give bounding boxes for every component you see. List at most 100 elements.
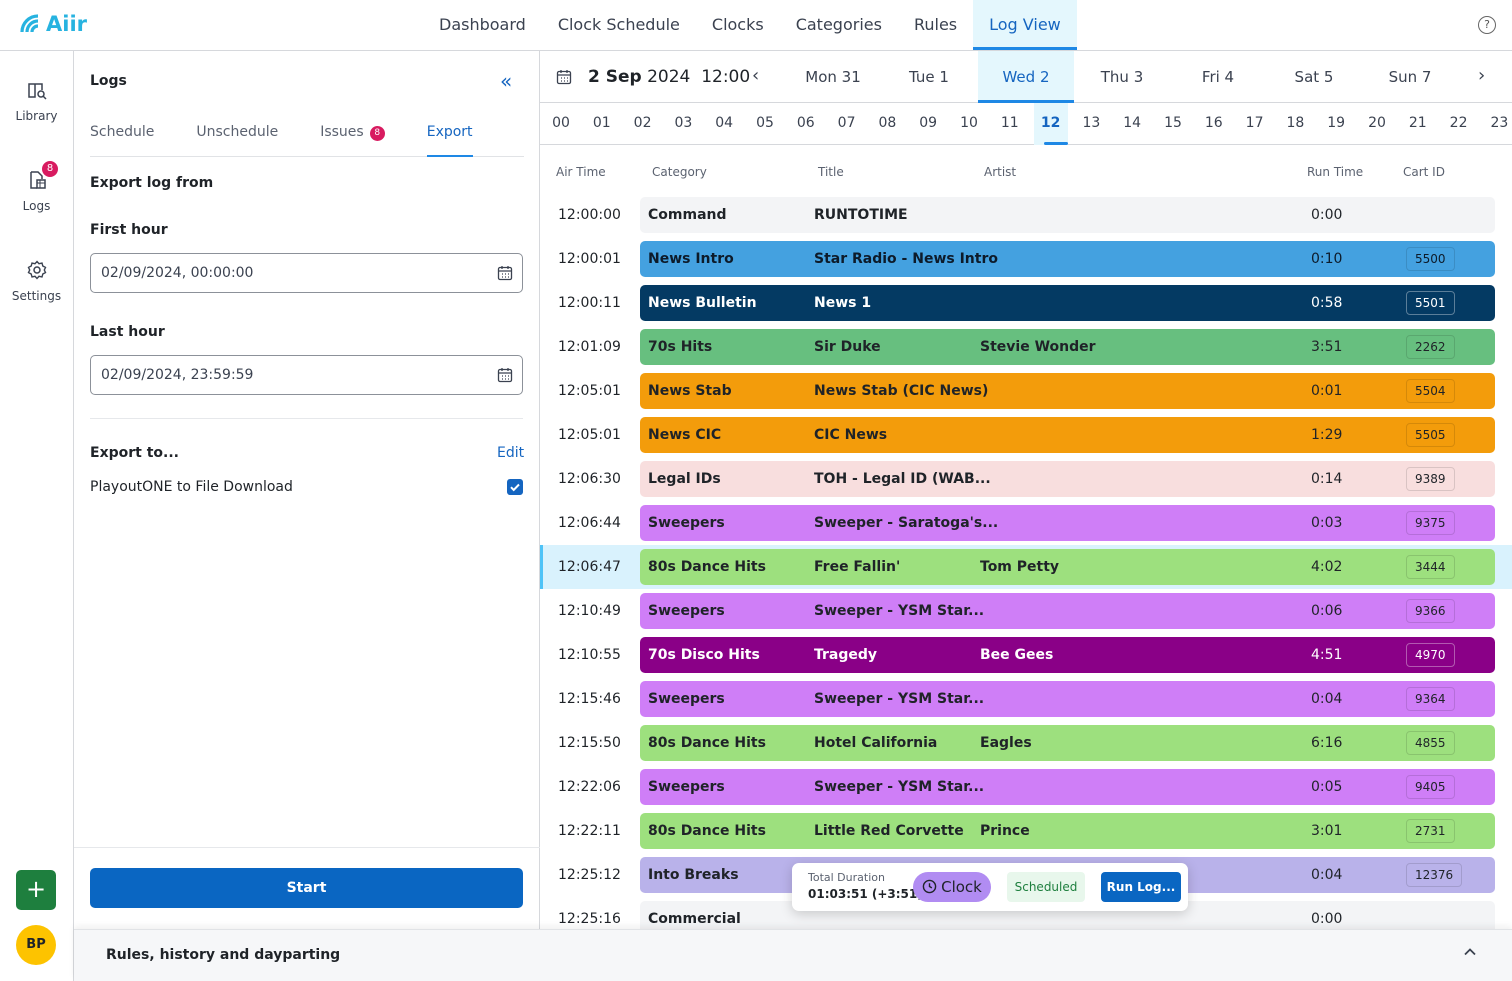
log-row[interactable]: 12:10:55 70s Disco Hits Tragedy Bee Gees 4:5… (540, 633, 1512, 677)
destination-checkbox[interactable] (507, 479, 523, 495)
nav-dashboard[interactable]: Dashboard (423, 0, 542, 50)
day-tab[interactable]: Fri 4 (1170, 51, 1266, 103)
hour-tab[interactable]: 01 (585, 103, 619, 145)
hour-tab[interactable]: 02 (626, 103, 660, 145)
log-row[interactable]: 12:00:00 Command RUNTOTIME 0:00 (540, 193, 1512, 237)
log-item-bar[interactable]: 80s Dance Hits Free Fallin' Tom Petty 4:02 3… (640, 549, 1495, 585)
chevron-up-icon[interactable] (1462, 944, 1478, 960)
log-item-bar[interactable]: 70s Hits Sir Duke Stevie Wonder 3:51 2262 (640, 329, 1495, 365)
hour-tab[interactable]: 10 (952, 103, 986, 145)
hour-tab[interactable]: 00 (544, 103, 578, 145)
log-row[interactable]: 12:22:06 Sweepers Sweeper - YSM Star... 0:0… (540, 765, 1512, 809)
tab-export[interactable]: Export (426, 111, 473, 157)
log-row[interactable]: 12:06:47 80s Dance Hits Free Fallin' Tom Pe… (540, 545, 1512, 589)
edit-link[interactable]: Edit (497, 445, 524, 461)
hour-tab[interactable]: 18 (1278, 103, 1312, 145)
log-row[interactable]: 12:15:46 Sweepers Sweeper - YSM Star... 0:0… (540, 677, 1512, 721)
log-row[interactable]: 12:00:01 News Intro Star Radio - News Intr… (540, 237, 1512, 281)
last-hour-input[interactable]: 02/09/2024, 23:59:59 (90, 355, 523, 395)
log-item-bar[interactable]: Legal IDs TOH - Legal ID (WAB... 0:14 9389 (640, 461, 1495, 497)
help-icon[interactable]: ? (1478, 16, 1496, 34)
run-log-button[interactable]: Run Log... (1101, 872, 1181, 902)
log-row[interactable]: 12:00:11 News Bulletin News 1 0:58 5501 (540, 281, 1512, 325)
day-tab[interactable]: Wed 2 (978, 51, 1074, 103)
first-hour-input[interactable]: 02/09/2024, 00:00:00 (90, 253, 523, 293)
hour-tab[interactable]: 15 (1156, 103, 1190, 145)
log-row[interactable]: 12:01:09 70s Hits Sir Duke Stevie Wonder 3:5… (540, 325, 1512, 369)
log-item-bar[interactable]: 80s Dance Hits Little Red Corvette Prince 3… (640, 813, 1495, 849)
log-item-bar[interactable]: News Stab News Stab (CIC News) 0:01 5504 (640, 373, 1495, 409)
nav-log-view[interactable]: Log View (973, 0, 1077, 50)
log-item-bar[interactable]: Command RUNTOTIME 0:00 (640, 197, 1495, 233)
current-date[interactable]: 2 Sep 2024 12:00 (588, 67, 750, 87)
calendar-icon[interactable] (497, 367, 513, 383)
hour-tab[interactable]: 09 (911, 103, 945, 145)
log-item-bar[interactable]: 80s Dance Hits Hotel California Eagles 6:16… (640, 725, 1495, 761)
total-duration-value: 01:03:51 (+3:51) (808, 887, 923, 901)
log-row[interactable]: 12:10:49 Sweepers Sweeper - YSM Star... 0:0… (540, 589, 1512, 633)
log-item-bar[interactable]: Sweepers Sweeper - YSM Star... 0:05 9405 (640, 769, 1495, 805)
date-year: 2024 (647, 67, 691, 87)
hour-tab[interactable]: 20 (1360, 103, 1394, 145)
hour-tab[interactable]: 12 (1033, 103, 1068, 145)
nav-clocks[interactable]: Clocks (696, 0, 780, 50)
hour-tab[interactable]: 03 (666, 103, 700, 145)
calendar-icon[interactable] (556, 69, 572, 85)
avatar[interactable]: BP (16, 925, 56, 965)
hour-tab[interactable]: 23 (1482, 103, 1512, 145)
prev-week-chevron-icon[interactable]: ‹ (752, 65, 759, 86)
hour-tab[interactable]: 08 (870, 103, 904, 145)
hour-tab[interactable]: 07 (830, 103, 864, 145)
rail-item-settings[interactable]: Settings (0, 259, 73, 303)
hour-tab[interactable]: 16 (1197, 103, 1231, 145)
rail-item-logs[interactable]: 8 Logs (0, 161, 73, 213)
hour-tab[interactable]: 13 (1074, 103, 1108, 145)
add-button[interactable]: + (16, 870, 56, 910)
rail-item-library[interactable]: Library (0, 79, 73, 123)
log-item-bar[interactable]: Sweepers Sweeper - Saratoga's... 0:03 9375 (640, 505, 1495, 541)
log-item-bar[interactable]: 70s Disco Hits Tragedy Bee Gees 4:51 4970 (640, 637, 1495, 673)
cart-id-badge: 5504 (1406, 379, 1455, 403)
log-item-bar[interactable]: News Bulletin News 1 0:58 5501 (640, 285, 1495, 321)
hour-tab[interactable]: 14 (1115, 103, 1149, 145)
nav-rules[interactable]: Rules (898, 0, 973, 50)
hour-tab[interactable]: 04 (707, 103, 741, 145)
log-row[interactable]: 12:22:11 80s Dance Hits Little Red Corvett… (540, 809, 1512, 853)
log-row[interactable]: 12:05:01 News Stab News Stab (CIC News) 0:0… (540, 369, 1512, 413)
hour-tab[interactable]: 11 (993, 103, 1027, 145)
hour-tab[interactable]: 17 (1238, 103, 1272, 145)
nav-clock-schedule[interactable]: Clock Schedule (542, 0, 696, 50)
day-tab[interactable]: Sat 5 (1266, 51, 1362, 103)
log-item-bar[interactable]: News Intro Star Radio - News Intro 0:10 550… (640, 241, 1495, 277)
title-cell: Sir Duke (814, 339, 881, 355)
rules-drawer[interactable]: Rules, history and dayparting (74, 929, 1512, 981)
hour-tab[interactable]: 21 (1401, 103, 1435, 145)
day-tab[interactable]: Thu 3 (1074, 51, 1170, 103)
rail-label-logs: Logs (22, 199, 51, 213)
air-time: 12:15:46 (558, 691, 621, 707)
log-row[interactable]: 12:06:30 Legal IDs TOH - Legal ID (WAB... 0… (540, 457, 1512, 501)
tab-schedule[interactable]: Schedule (90, 111, 154, 157)
hour-tab[interactable]: 06 (789, 103, 823, 145)
nav-categories[interactable]: Categories (780, 0, 898, 50)
log-row[interactable]: 12:06:44 Sweepers Sweeper - Saratoga's... 0… (540, 501, 1512, 545)
clock-button[interactable]: Clock (913, 872, 991, 902)
day-tab[interactable]: Tue 1 (881, 51, 977, 103)
log-row[interactable]: 12:05:01 News CIC CIC News 1:29 5505 (540, 413, 1512, 457)
log-item-bar[interactable]: Sweepers Sweeper - YSM Star... 0:06 9366 (640, 593, 1495, 629)
calendar-icon[interactable] (497, 265, 513, 281)
hour-tab[interactable]: 19 (1319, 103, 1353, 145)
collapse-panel-icon[interactable]: « (500, 69, 512, 93)
day-tab[interactable]: Sun 7 (1362, 51, 1458, 103)
next-week-chevron-icon[interactable]: › (1478, 65, 1485, 86)
log-row[interactable]: 12:15:50 80s Dance Hits Hotel California Ea… (540, 721, 1512, 765)
hour-tab[interactable]: 05 (748, 103, 782, 145)
tab-issues[interactable]: Issues 8 (320, 111, 385, 157)
log-item-bar[interactable]: Sweepers Sweeper - YSM Star... 0:04 9364 (640, 681, 1495, 717)
hour-tab[interactable]: 22 (1442, 103, 1476, 145)
day-tab[interactable]: Mon 31 (785, 51, 881, 103)
start-button[interactable]: Start (90, 868, 523, 908)
log-item-bar[interactable]: News CIC CIC News 1:29 5505 (640, 417, 1495, 453)
tab-unschedule[interactable]: Unschedule (196, 111, 278, 157)
app-logo[interactable]: Aiir (20, 12, 87, 36)
